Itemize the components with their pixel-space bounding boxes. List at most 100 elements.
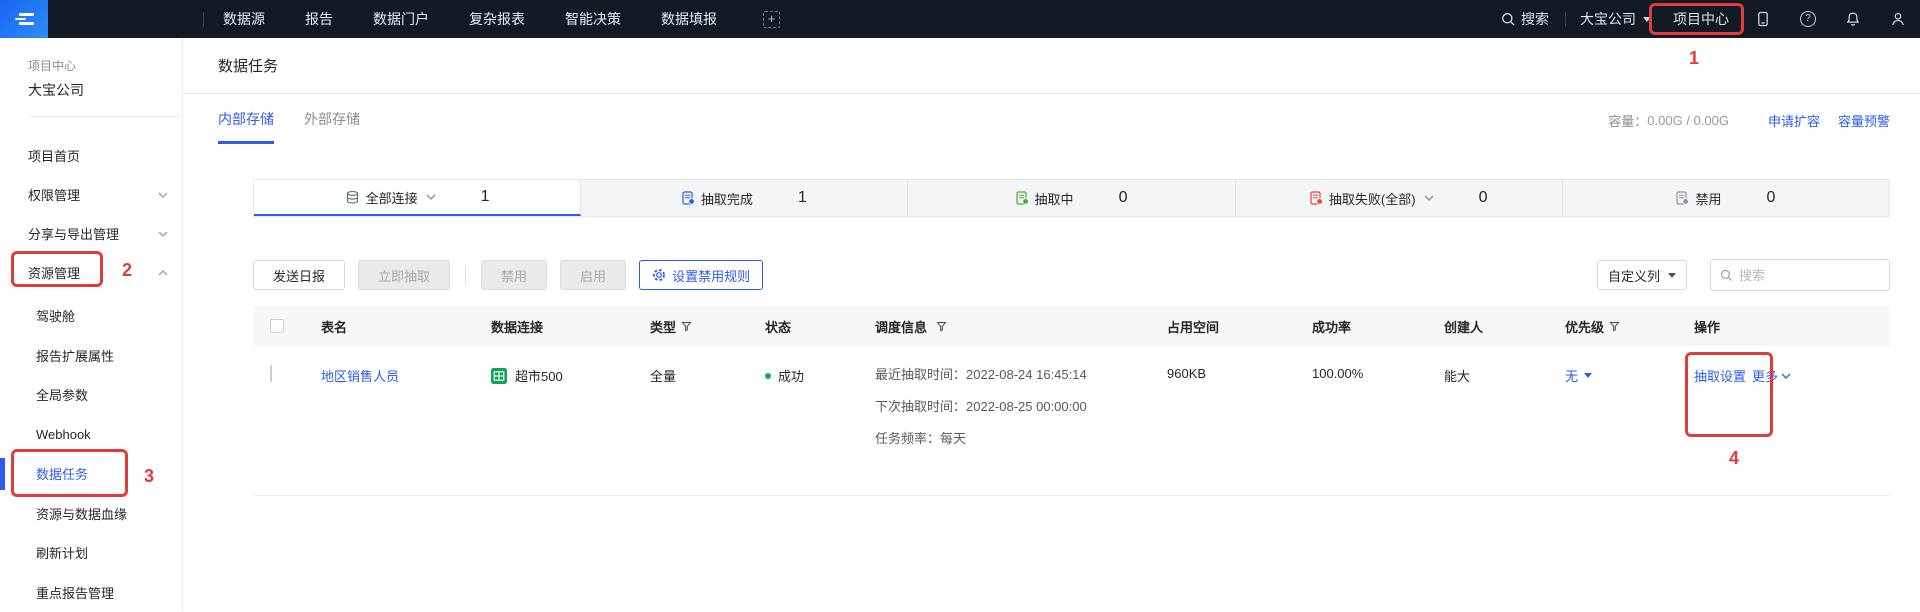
user-account-button[interactable] <box>1890 11 1906 27</box>
extract-settings-link[interactable]: 抽取设置 <box>1694 366 1746 385</box>
nav-complex-report[interactable]: 复杂报表 <box>469 9 525 29</box>
row-checkbox[interactable] <box>270 365 272 382</box>
more-actions-dropdown[interactable]: 更多 <box>1752 366 1791 385</box>
nav-report[interactable]: 报告 <box>305 9 333 29</box>
notification-bell-button[interactable] <box>1845 11 1861 27</box>
filter-tab-label: 禁用 <box>1695 189 1721 208</box>
mobile-app-button[interactable] <box>1755 11 1771 27</box>
extract-now-button[interactable]: 立即抽取 <box>358 260 450 290</box>
sidebar-item-report-ext[interactable]: 报告扩展属性 <box>0 336 182 376</box>
nav-data-entry[interactable]: 数据填报 <box>661 9 717 29</box>
person-icon <box>1890 11 1906 27</box>
filter-funnel-icon[interactable] <box>1609 321 1620 332</box>
task-failed-icon <box>1310 191 1323 205</box>
bell-icon <box>1845 11 1861 27</box>
search-label: 搜索 <box>1521 9 1549 29</box>
filter-tab-count: 1 <box>481 188 490 206</box>
capacity-label: 容量： <box>1608 111 1647 130</box>
col-status: 状态 <box>765 317 875 336</box>
filter-funnel-icon[interactable] <box>681 321 692 332</box>
hamburger-logo-icon <box>15 11 34 27</box>
chevron-down-icon <box>1781 373 1791 379</box>
priority-dropdown[interactable]: 无 <box>1565 366 1694 385</box>
sidebar-item-data-task[interactable]: 数据任务 <box>0 454 182 494</box>
filter-tab-count: 0 <box>1479 189 1488 207</box>
nav-datasource[interactable]: 数据源 <box>223 9 265 29</box>
sidebar-item-global-params[interactable]: 全局参数 <box>0 375 182 415</box>
filter-tab-label: 抽取完成 <box>701 189 753 208</box>
capacity-warning-link[interactable]: 容量预警 <box>1838 111 1890 130</box>
header-checkbox-cell <box>253 319 321 333</box>
sidebar-item-dashboard[interactable]: 驾驶舱 <box>0 296 182 336</box>
tab-external-storage[interactable]: 外部存储 <box>304 94 360 144</box>
sidebar-item-share-export[interactable]: 分享与导出管理 <box>0 214 182 253</box>
topbar: 数据源 报告 数据门户 复杂报表 智能决策 数据填报 搜索 大宝公司 项目中心 <box>0 0 1920 38</box>
sidebar: 项目中心 大宝公司 项目首页 权限管理 分享与导出管理 资源管理 驾驶舱 <box>0 38 183 611</box>
custom-columns-button[interactable]: 自定义列 <box>1597 260 1687 290</box>
sidebar-item-label: 资源与数据血缘 <box>36 504 127 523</box>
disable-button[interactable]: 禁用 <box>481 260 547 290</box>
filter-tab-extract-complete[interactable]: 抽取完成 1 <box>581 180 908 216</box>
main-content: 数据任务 内部存储 外部存储 容量： 0.00G / 0.00G 申请扩容 容量… <box>183 38 1920 611</box>
disable-rules-button[interactable]: 设置禁用规则 <box>639 260 763 290</box>
sidebar-item-key-report[interactable]: 重点报告管理 <box>0 573 182 612</box>
cell-data-connection: 超市500 <box>491 346 650 495</box>
topbar-right: 搜索 大宝公司 项目中心 <box>1501 9 1920 29</box>
filter-tab-extract-failed[interactable]: 抽取失败(全部) 0 <box>1236 180 1563 216</box>
nav-data-portal[interactable]: 数据门户 <box>373 9 429 29</box>
sidebar-item-data-lineage[interactable]: 资源与数据血缘 <box>0 494 182 534</box>
filter-funnel-icon[interactable] <box>936 321 947 332</box>
company-switcher[interactable]: 大宝公司 <box>1580 9 1651 29</box>
filter-tab-label-group: 禁用 <box>1676 189 1721 208</box>
tab-internal-storage[interactable]: 内部存储 <box>218 94 274 144</box>
nav-smart-decision[interactable]: 智能决策 <box>565 9 621 29</box>
chevron-down-icon <box>1424 195 1434 201</box>
row-checkbox-cell <box>253 346 321 495</box>
apply-expand-link[interactable]: 申请扩容 <box>1768 111 1820 130</box>
gear-icon <box>652 268 666 282</box>
col-schedule-info: 调度信息 <box>875 317 1167 336</box>
task-disabled-icon <box>1676 191 1689 205</box>
add-module-button[interactable] <box>763 11 780 28</box>
filter-tab-label-group: 抽取中 <box>1016 189 1074 208</box>
enable-button[interactable]: 启用 <box>560 260 626 290</box>
success-status-dot <box>765 373 771 379</box>
table-header-row: 表名 数据连接 类型 状态 调度信息 占用空间 成功率 创建人 优先级 <box>253 306 1890 346</box>
chevron-down-icon <box>426 194 436 200</box>
table-search-input[interactable] <box>1739 268 1880 283</box>
toolbar-divider <box>465 266 466 284</box>
global-search-button[interactable]: 搜索 <box>1501 9 1549 29</box>
sidebar-project-name: 大宝公司 <box>28 80 182 100</box>
caret-down-icon <box>1584 373 1592 378</box>
sidebar-item-project-home[interactable]: 项目首页 <box>0 136 182 175</box>
sidebar-subnav: 驾驶舱 报告扩展属性 全局参数 Webhook 数据任务 资源与数据血缘 刷新计… <box>0 296 182 612</box>
data-task-table: 表名 数据连接 类型 状态 调度信息 占用空间 成功率 创建人 优先级 <box>253 306 1890 496</box>
send-daily-report-button[interactable]: 发送日报 <box>253 260 345 290</box>
table-name-link[interactable]: 地区销售人员 <box>321 369 399 384</box>
toolbar-right: 自定义列 <box>1597 259 1890 291</box>
sidebar-item-refresh-plan[interactable]: 刷新计划 <box>0 533 182 573</box>
project-center-button[interactable]: 项目中心 <box>1669 9 1733 29</box>
col-priority: 优先级 <box>1565 317 1694 336</box>
sidebar-item-label: Webhook <box>36 427 91 442</box>
help-icon[interactable] <box>1800 11 1816 27</box>
col-table-name: 表名 <box>321 317 491 336</box>
sidebar-item-webhook[interactable]: Webhook <box>0 415 182 455</box>
select-all-checkbox[interactable] <box>270 319 284 333</box>
cell-schedule-info: 最近抽取时间：2022-08-24 16:45:14 下次抽取时间：2022-0… <box>875 346 1167 495</box>
excel-file-icon <box>491 368 507 384</box>
filter-tab-disabled[interactable]: 禁用 0 <box>1563 180 1889 216</box>
sidebar-item-resource-mgmt[interactable]: 资源管理 <box>0 253 182 292</box>
topbar-icons <box>1755 11 1906 27</box>
capacity-value: 0.00G / 0.00G <box>1647 113 1729 128</box>
page-title: 数据任务 <box>218 55 278 76</box>
page-header: 数据任务 <box>183 38 1920 94</box>
sidebar-divider <box>28 116 182 117</box>
topbar-menu: 数据源 报告 数据门户 复杂报表 智能决策 数据填报 <box>223 9 717 29</box>
filter-tab-extracting[interactable]: 抽取中 0 <box>908 180 1235 216</box>
app-logo[interactable] <box>0 0 48 38</box>
col-type: 类型 <box>650 317 765 336</box>
sidebar-item-permission[interactable]: 权限管理 <box>0 175 182 214</box>
schedule-last-time: 最近抽取时间：2022-08-24 16:45:14 <box>875 359 1167 391</box>
filter-tab-all-connections[interactable]: 全部连接 1 <box>254 180 581 216</box>
